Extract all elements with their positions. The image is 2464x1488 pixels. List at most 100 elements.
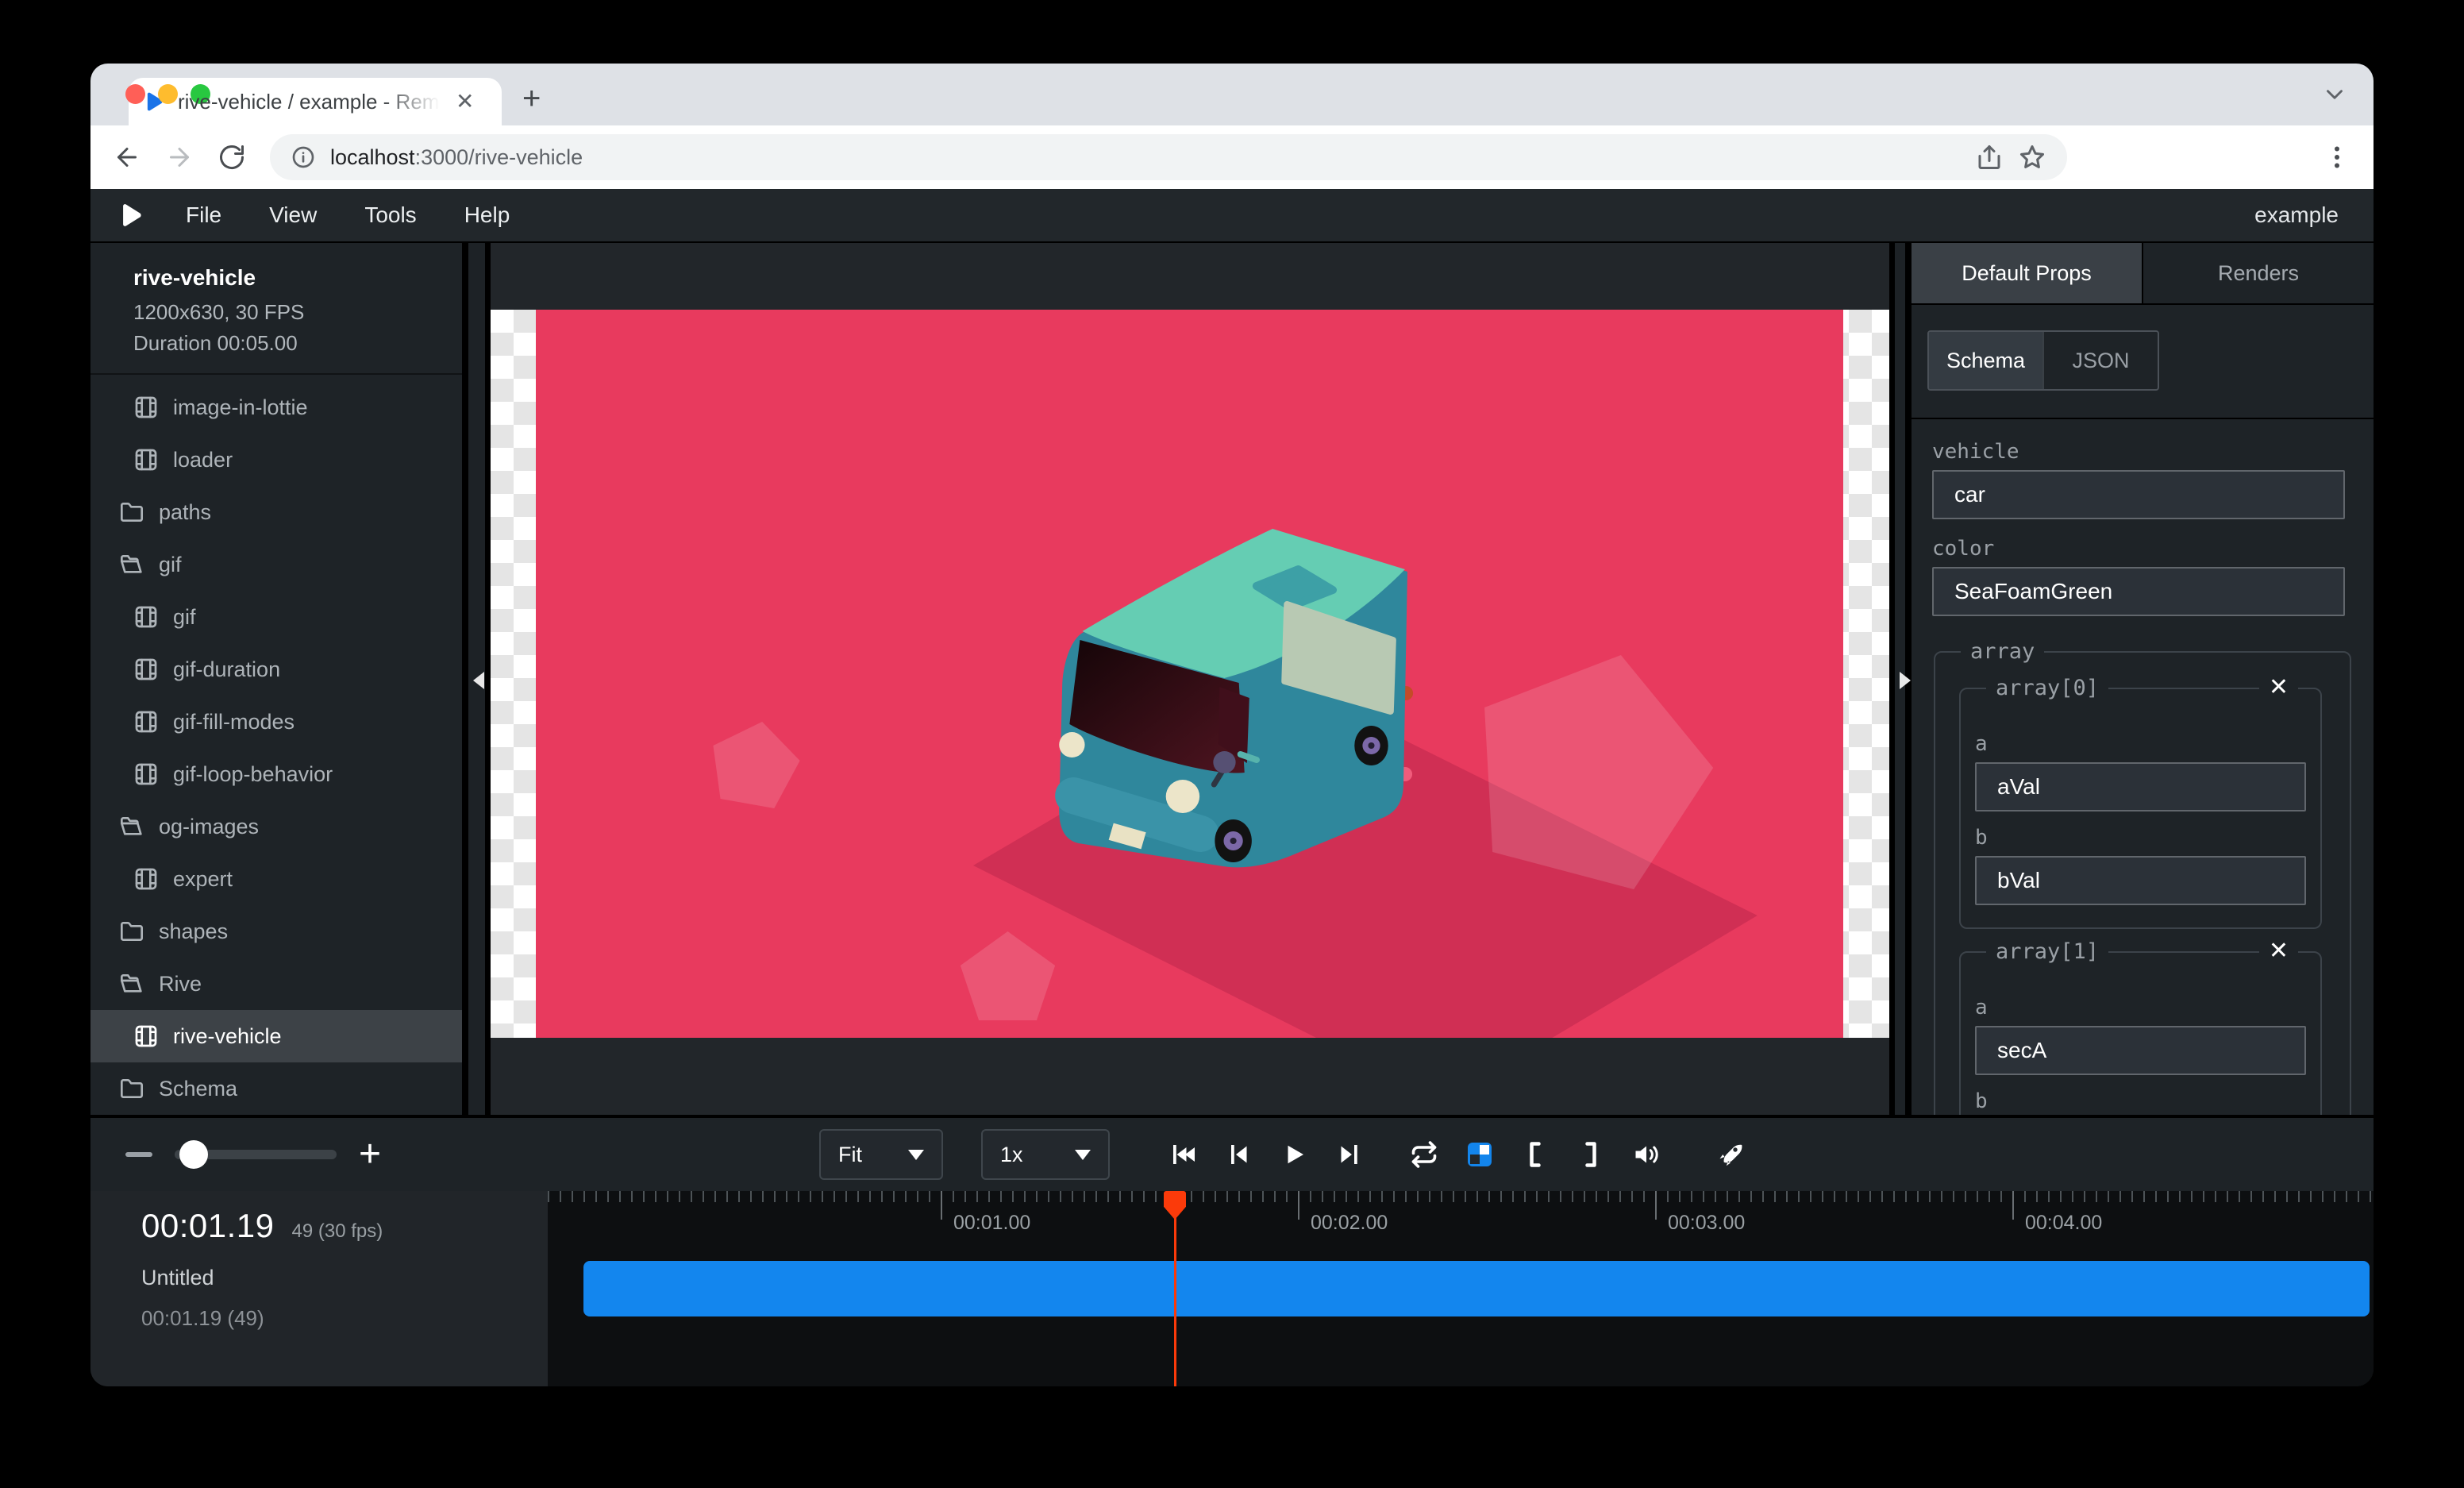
tab-renders[interactable]: Renders bbox=[2142, 243, 2374, 303]
remove-array-0-button[interactable]: ✕ bbox=[2259, 673, 2298, 702]
playback-controls: Fit 1x bbox=[819, 1118, 1745, 1191]
zoom-out-icon[interactable] bbox=[125, 1152, 152, 1157]
playback-toolbar: + Fit 1x bbox=[90, 1115, 2374, 1191]
toggle-json[interactable]: JSON bbox=[2042, 332, 2158, 389]
loop-icon[interactable] bbox=[1410, 1140, 1438, 1169]
play-icon[interactable] bbox=[1280, 1140, 1308, 1169]
composition-canvas[interactable] bbox=[491, 310, 1889, 1038]
sidebar-item-label: og-images bbox=[159, 815, 259, 839]
sidebar-item-rive-vehicle[interactable]: rive-vehicle bbox=[90, 1010, 462, 1062]
track-time: 00:01.19 (49) bbox=[141, 1306, 548, 1331]
reload-icon[interactable] bbox=[218, 143, 246, 172]
timeline-ruler[interactable] bbox=[548, 1191, 2374, 1202]
sidebar-item-label: loader bbox=[173, 448, 233, 472]
sidebar-item-loader[interactable]: loader bbox=[90, 434, 462, 486]
bookmark-star-icon[interactable] bbox=[2018, 143, 2046, 172]
array-1-a-input[interactable]: secA bbox=[1975, 1026, 2306, 1075]
menu-help[interactable]: Help bbox=[444, 202, 531, 228]
out-point-icon[interactable] bbox=[1577, 1140, 1605, 1169]
site-info-icon[interactable] bbox=[291, 145, 316, 170]
panel-collapse-gutter[interactable] bbox=[1889, 243, 1912, 1115]
tab-close-icon[interactable]: ✕ bbox=[452, 87, 477, 116]
browser-address-bar: localhost:3000/rive-vehicle bbox=[90, 125, 2374, 189]
fit-dropdown[interactable]: Fit bbox=[819, 1129, 943, 1180]
sidebar-item-gif-loop-behavior[interactable]: gif-loop-behavior bbox=[90, 748, 462, 800]
caret-down-icon bbox=[908, 1150, 924, 1160]
array-0-a-input[interactable]: aVal bbox=[1975, 762, 2306, 811]
color-input[interactable]: SeaFoamGreen bbox=[1932, 567, 2345, 616]
previous-frame-icon[interactable] bbox=[1224, 1140, 1253, 1169]
timeline-track-area[interactable]: 00:01.00 00:02.00 00:03.00 00:04.00 bbox=[548, 1191, 2374, 1386]
url-input[interactable]: localhost:3000/rive-vehicle bbox=[270, 134, 2067, 180]
a-label: a bbox=[1975, 996, 2306, 1020]
next-frame-icon[interactable] bbox=[1335, 1140, 1364, 1169]
sidebar-item-gif-fill-modes[interactable]: gif-fill-modes bbox=[90, 696, 462, 748]
sidebar-item-image-in-lottie[interactable]: image-in-lottie bbox=[90, 381, 462, 434]
browser-window: rive-vehicle / example - Remot ✕ + local… bbox=[90, 64, 2374, 1386]
transparency-checkerboard-icon[interactable] bbox=[1465, 1140, 1494, 1169]
sidebar-collapse-gutter[interactable] bbox=[468, 243, 491, 1115]
array-item-1: array[1] ✕ a secA b bbox=[1959, 951, 2322, 1115]
skip-to-start-icon[interactable] bbox=[1168, 1140, 1197, 1169]
in-point-icon[interactable] bbox=[1521, 1140, 1550, 1169]
menu-file[interactable]: File bbox=[165, 202, 242, 228]
color-label: color bbox=[1932, 537, 2345, 561]
zoom-in-icon[interactable]: + bbox=[359, 1135, 381, 1174]
array-fieldset: array array[0] ✕ a aVal b bVal array[1] … bbox=[1934, 651, 2351, 1115]
timeline: 00:01.19 49 (30 fps) Untitled 00:01.19 (… bbox=[90, 1191, 2374, 1386]
preview-area bbox=[491, 243, 1889, 1115]
new-tab-button[interactable]: + bbox=[522, 83, 541, 114]
sidebar-item-shapes[interactable]: shapes bbox=[90, 905, 462, 958]
remove-array-1-button[interactable]: ✕ bbox=[2259, 937, 2298, 966]
sidebar-item-schema[interactable]: Schema bbox=[90, 1062, 462, 1115]
tab-default-props[interactable]: Default Props bbox=[1912, 243, 2142, 303]
minimize-window-button[interactable] bbox=[158, 84, 178, 104]
back-icon[interactable] bbox=[113, 143, 141, 172]
menu-tools[interactable]: Tools bbox=[344, 202, 437, 228]
folder-icon bbox=[119, 1076, 144, 1101]
volume-icon[interactable] bbox=[1632, 1140, 1661, 1169]
rocket-icon[interactable] bbox=[1716, 1140, 1745, 1169]
playhead-handle[interactable] bbox=[1164, 1191, 1186, 1220]
folder-icon bbox=[119, 499, 144, 525]
toggle-schema[interactable]: Schema bbox=[1929, 332, 2042, 389]
zoom-slider[interactable] bbox=[175, 1150, 337, 1159]
tab-title: rive-vehicle / example - Remot bbox=[178, 90, 440, 114]
current-frame: 49 (30 fps) bbox=[292, 1220, 383, 1243]
tab-search-chevron-icon[interactable] bbox=[2321, 81, 2348, 108]
vehicle-input[interactable]: car bbox=[1932, 470, 2345, 519]
zoom-slider-thumb[interactable] bbox=[179, 1140, 208, 1169]
sidebar-item-label: gif-fill-modes bbox=[173, 710, 295, 734]
timeline-info: 00:01.19 49 (30 fps) Untitled 00:01.19 (… bbox=[90, 1191, 548, 1386]
sidebar-item-og-images[interactable]: og-images bbox=[90, 800, 462, 853]
sidebar-item-rive-folder[interactable]: Rive bbox=[90, 958, 462, 1010]
menu-view[interactable]: View bbox=[248, 202, 337, 228]
sidebar-item-label: gif-loop-behavior bbox=[173, 762, 333, 787]
composition-list: image-in-lottie loader paths gif gif gif… bbox=[90, 375, 462, 1115]
collapse-right-icon[interactable] bbox=[1900, 672, 1911, 689]
sidebar-item-label: gif-duration bbox=[173, 657, 280, 682]
collapse-left-icon[interactable] bbox=[473, 672, 484, 689]
folder-open-icon bbox=[119, 971, 144, 996]
timeline-track-bar[interactable] bbox=[583, 1261, 2370, 1316]
array-0-b-input[interactable]: bVal bbox=[1975, 856, 2306, 905]
ruler-tick bbox=[1655, 1191, 1657, 1220]
props-panel: Default Props Renders Schema JSON vehicl… bbox=[1912, 243, 2374, 1115]
speed-dropdown[interactable]: 1x bbox=[981, 1129, 1110, 1180]
folder-open-icon bbox=[119, 552, 144, 577]
b-label: b bbox=[1975, 826, 2306, 850]
forward-icon[interactable] bbox=[165, 143, 194, 172]
project-name: example bbox=[2254, 202, 2347, 228]
remotion-logo-icon[interactable] bbox=[117, 202, 144, 229]
sidebar-item-gif[interactable]: gif bbox=[90, 591, 462, 643]
sidebar-item-paths[interactable]: paths bbox=[90, 486, 462, 538]
caret-down-icon bbox=[1075, 1150, 1091, 1160]
film-icon bbox=[133, 395, 159, 420]
sidebar-item-expert[interactable]: expert bbox=[90, 853, 462, 905]
close-window-button[interactable] bbox=[125, 84, 145, 104]
sidebar-item-gif-duration[interactable]: gif-duration bbox=[90, 643, 462, 696]
vehicle-value: car bbox=[1954, 482, 1985, 507]
share-icon[interactable] bbox=[1975, 143, 2004, 172]
sidebar-item-gif-folder[interactable]: gif bbox=[90, 538, 462, 591]
browser-menu-icon[interactable] bbox=[2323, 143, 2351, 172]
